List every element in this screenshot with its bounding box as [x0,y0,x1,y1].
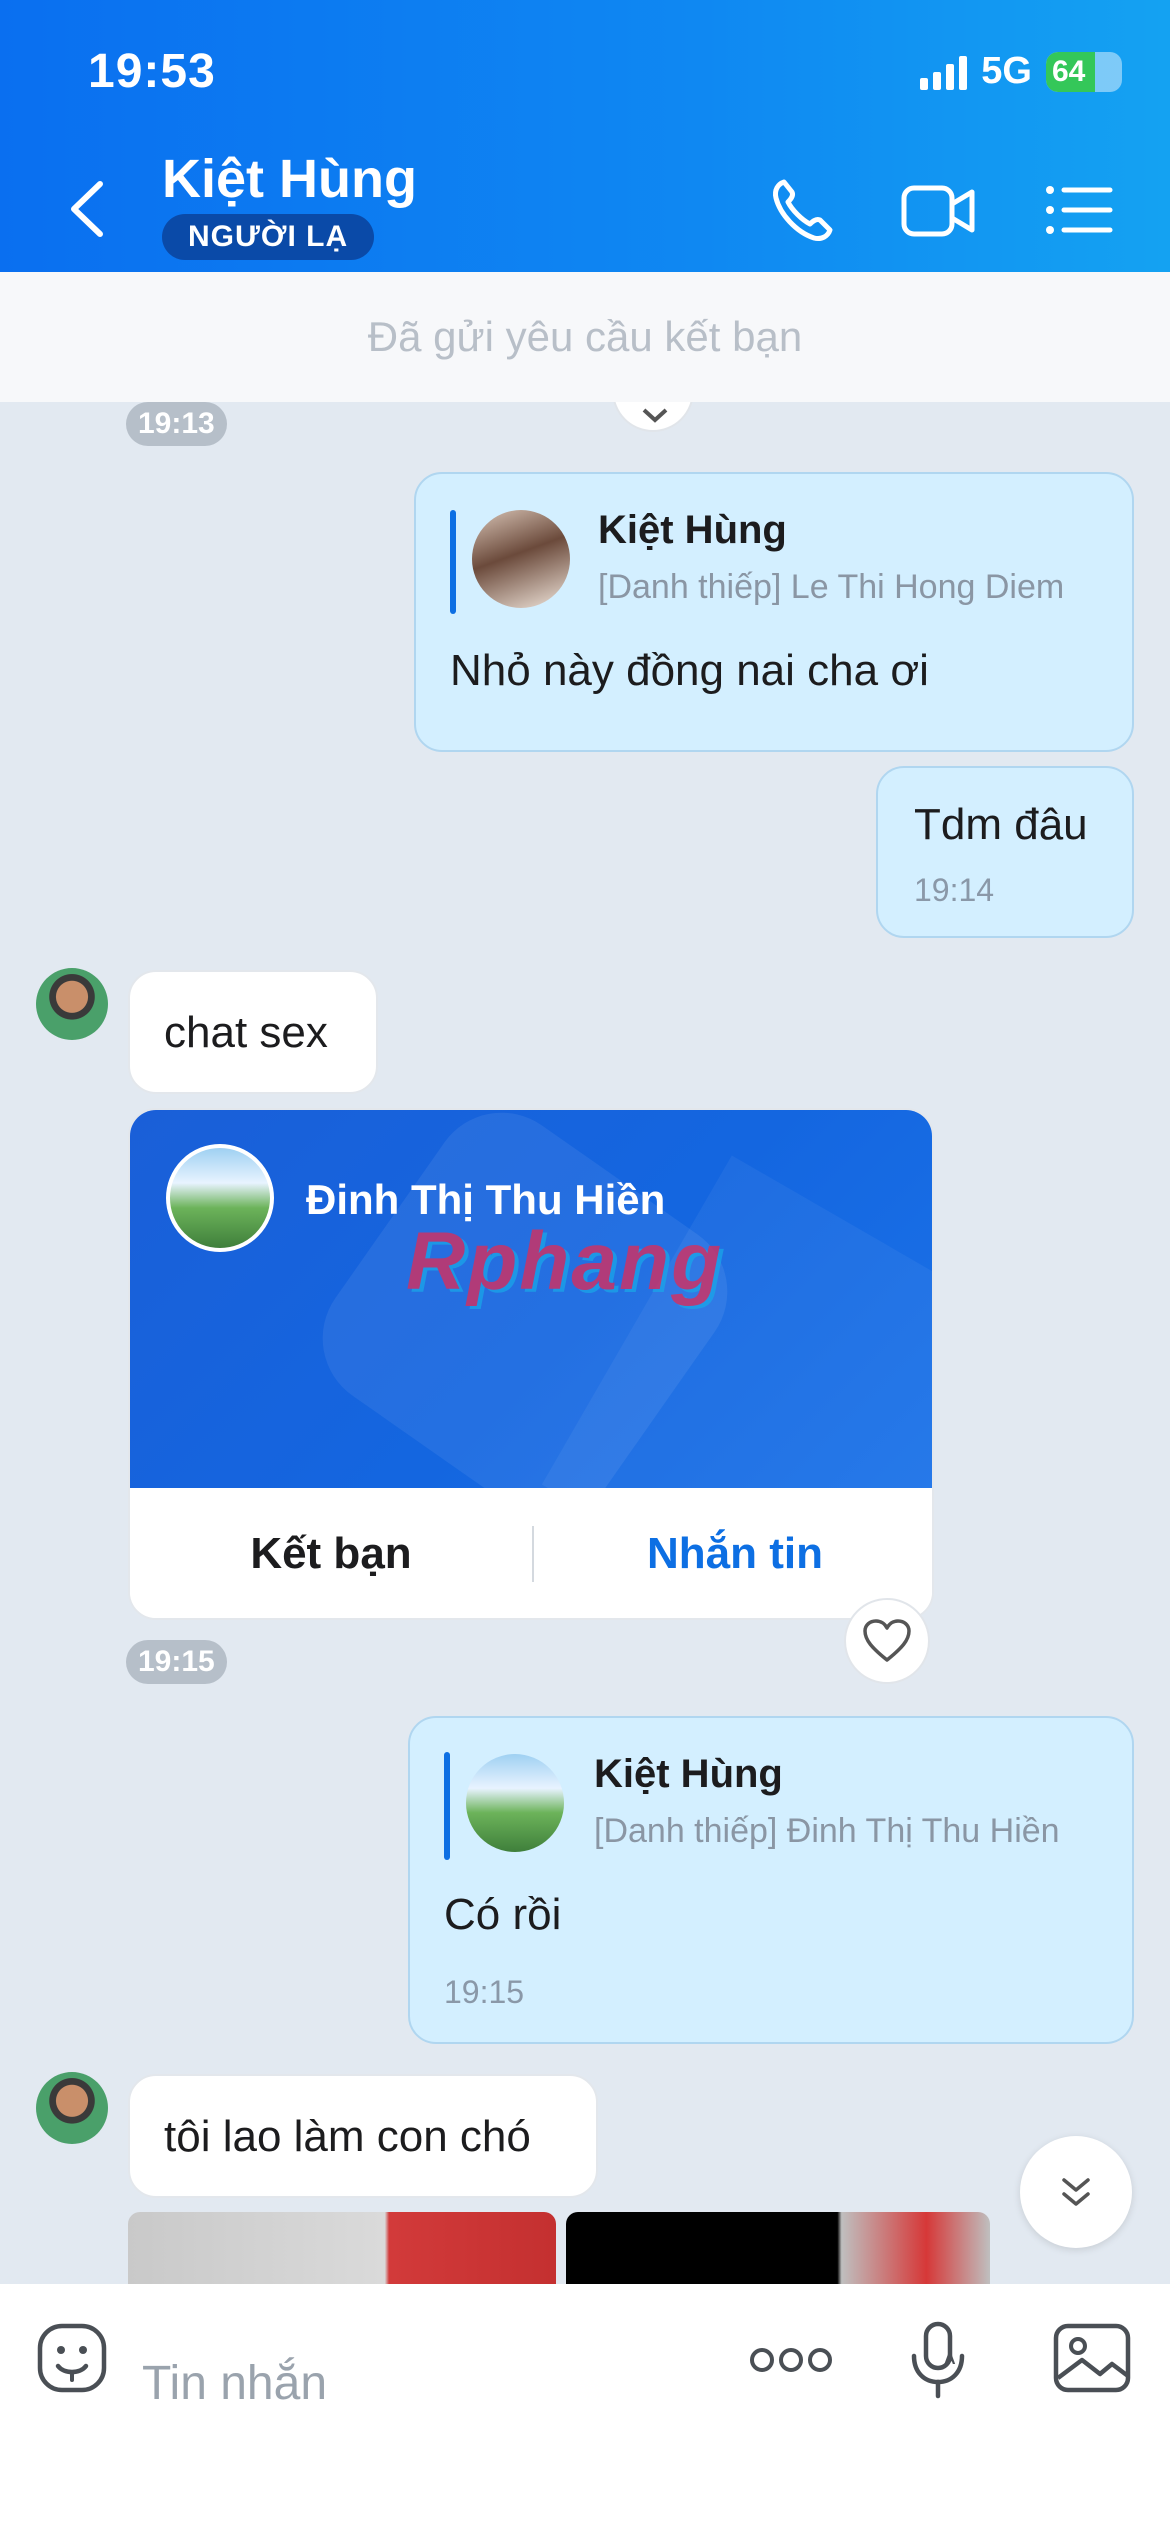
sticker-icon [37,2323,107,2393]
scroll-to-bottom-button[interactable] [1020,2136,1132,2248]
message-time: 19:13 [126,402,227,446]
contact-card[interactable]: Đinh Thị Thu Hiền Rphang Kết bạn Nhắn ti… [128,1108,934,1620]
video-call-button[interactable] [900,172,976,248]
battery-percent: 64 [1052,54,1086,88]
menu-icon [1046,186,1113,234]
quoted-content: [Danh thiếp] Le Thi Hong Diem [598,568,1065,606]
message-bubble-incoming[interactable]: tôi lao làm con chó [128,2074,598,2198]
options-button[interactable] [1040,172,1116,248]
quoted-content: [Danh thiếp] Đinh Thị Thu Hiền [594,1812,1060,1850]
more-button[interactable] [748,2340,834,2385]
phone-icon [773,179,833,241]
quoted-avatar [472,510,570,608]
friend-request-banner: Đã gửi yêu cầu kết bạn [0,272,1170,402]
chevron-down-icon [1062,2178,1090,2206]
sender-avatar[interactable] [36,968,108,1040]
card-actions: Kết bạn Nhắn tin [130,1488,932,1618]
sticker-button[interactable] [34,2320,110,2401]
contact-card-header: Đinh Thị Thu Hiền Rphang [130,1110,932,1490]
stranger-badge: NGƯỜI LẠ [162,214,375,260]
quote-bar [444,1752,450,1860]
voice-call-button[interactable] [764,172,840,248]
chat-header: 19:53 5G 64 Kiệt Hùng NGƯỜI LẠ [0,0,1170,272]
react-button[interactable] [844,1598,930,1684]
video-icon [901,185,975,237]
message-text: Nhỏ này đồng nai cha ơi [450,646,929,695]
watermark: Rphang [406,1216,724,1307]
network-type: 5G [981,50,1032,92]
send-message-button[interactable]: Nhắn tin [534,1529,932,1579]
reply-message-bubble[interactable]: Kiệt Hùng [Danh thiếp] Đinh Thị Thu Hiền… [408,1716,1134,2044]
image-thumbnail[interactable] [128,2212,556,2284]
heart-icon [863,1619,911,1662]
message-text: Có rồi [444,1890,562,1939]
image-picker-button[interactable] [1052,2320,1132,2401]
quoted-sender: Kiệt Hùng [598,508,787,552]
chevron-down-icon [642,408,668,423]
signal-icon [920,54,968,90]
message-time: 19:14 [914,872,995,908]
back-icon [71,181,103,237]
reply-message-bubble[interactable]: Kiệt Hùng [Danh thiếp] Le Thi Hong Diem … [414,472,1134,752]
status-time: 19:53 [88,45,216,98]
image-icon [1053,2323,1131,2393]
message-bubble-outgoing[interactable]: Tdm đâu 19:14 [876,766,1134,938]
contact-name[interactable]: Kiệt Hùng [162,148,417,210]
mic-icon: A [911,2321,965,2399]
card-avatar [166,1144,274,1252]
quote-bar [450,510,456,614]
image-thumbnail[interactable] [566,2212,990,2284]
status-indicators: 5G 64 [920,50,1122,93]
svg-text:A: A [944,2351,956,2368]
sender-avatar[interactable] [36,2072,108,2144]
message-text: tôi lao làm con chó [164,2112,531,2161]
battery-icon: 64 [1046,51,1122,92]
message-input-bar: Tin nhắn A [0,2284,1170,2532]
more-icon [750,2348,832,2372]
add-friend-button[interactable]: Kết bạn [130,1529,532,1579]
chat-area[interactable]: 19:13 Kiệt Hùng [Danh thiếp] Le Thi Hong… [0,402,1170,2284]
message-text: chat sex [164,1008,328,1057]
quoted-avatar [466,1754,564,1852]
quoted-sender: Kiệt Hùng [594,1752,783,1796]
message-input[interactable]: Tin nhắn [142,2356,327,2411]
message-text: Tdm đâu [914,800,1088,849]
jump-chevron-button[interactable] [612,402,694,432]
message-time: 19:15 [126,1640,227,1684]
back-button[interactable] [60,174,120,244]
voice-input-button[interactable]: A [906,2320,970,2405]
message-bubble-incoming[interactable]: chat sex [128,970,378,1094]
message-time: 19:15 [444,1974,525,2010]
